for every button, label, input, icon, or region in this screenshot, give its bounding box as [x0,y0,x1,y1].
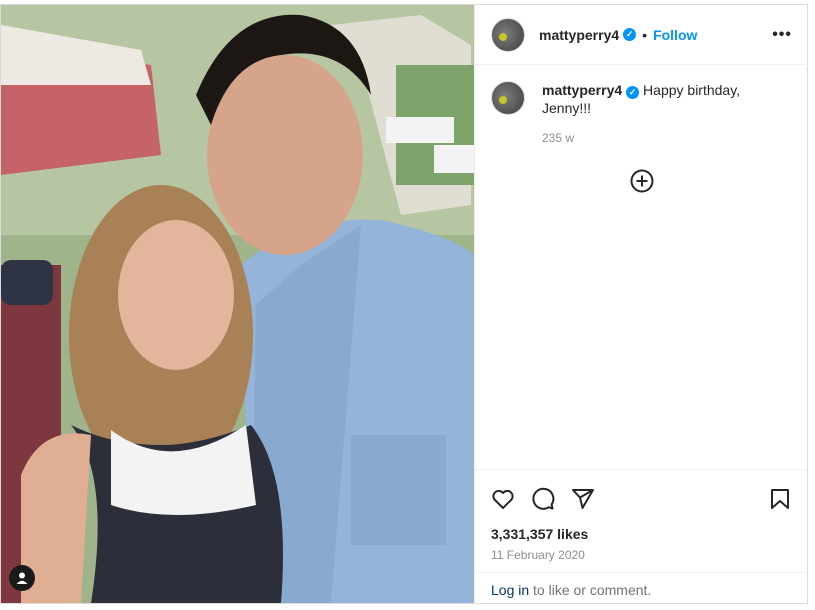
heart-icon[interactable] [491,487,515,511]
post-side-panel: mattyperry4 ✓ • Follow ••• mattyperry4 ✓ … [474,5,808,603]
login-prompt: Log in to like or comment. [475,572,808,607]
plus-circle-icon[interactable] [630,169,654,193]
verified-icon: ✓ [623,28,637,41]
post-header: mattyperry4 ✓ • Follow ••• [475,5,808,65]
more-options-icon[interactable]: ••• [772,26,792,44]
caption: mattyperry4 ✓ Happy birthday, Jenny!!! 23… [475,65,808,147]
share-icon[interactable] [571,487,595,511]
post-date: 11 February 2020 [491,548,585,562]
user-tag-icon[interactable] [9,565,35,591]
comment-icon[interactable] [531,487,555,511]
follow-button[interactable]: Follow [653,27,697,43]
caption-avatar[interactable] [491,81,525,115]
separator-dot: • [642,26,648,43]
caption-username[interactable]: mattyperry4 [542,82,622,98]
login-link[interactable]: Log in [491,582,529,598]
likes-count[interactable]: 3,331,357 likes [475,512,808,542]
instagram-post: mattyperry4 ✓ • Follow ••• mattyperry4 ✓ … [0,4,808,604]
caption-text-block: mattyperry4 ✓ Happy birthday, Jenny!!! 23… [542,81,762,147]
header-username[interactable]: mattyperry4 [539,27,619,43]
login-prompt-text: to like or comment. [529,582,652,598]
bookmark-icon[interactable] [768,487,792,511]
post-photo[interactable] [1,5,474,603]
action-bar: 3,331,357 likes 11 February 2020 [475,469,808,562]
avatar[interactable] [491,17,525,52]
caption-verified-icon: ✓ [626,85,640,99]
photo-illustration [1,5,474,603]
caption-age: 235 w [542,131,575,145]
